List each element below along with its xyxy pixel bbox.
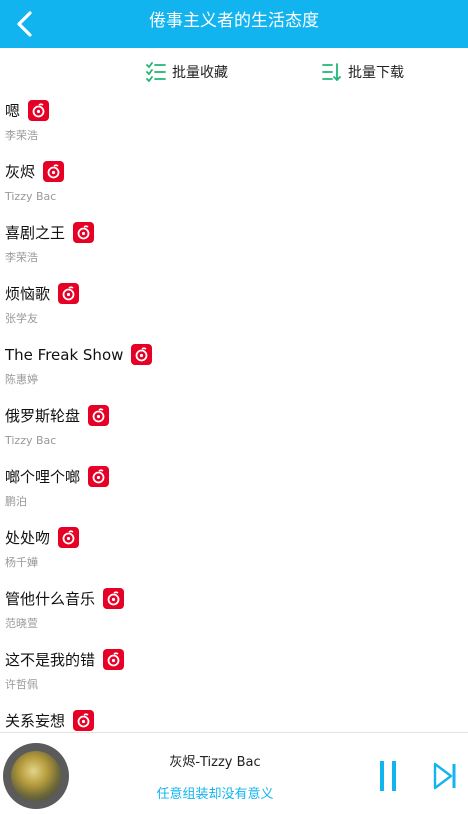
song-artist: Tizzy Bac [5,434,57,447]
next-track-icon [433,762,456,790]
song-artist: Tizzy Bac [5,190,57,203]
checklist-icon [146,62,166,82]
song-list-item[interactable]: 管他什么音乐 范晓萱 [0,584,468,645]
song-list-item[interactable]: 灰烬 Tizzy Bac [0,157,468,218]
batch-action-bar: 批量收藏 批量下载 [0,48,468,96]
song-artist: 鹏泊 [5,495,27,508]
netease-music-icon [73,710,95,731]
song-artist: 李荣浩 [5,129,38,142]
song-list-item[interactable]: The Freak Show 陈惠婷 [0,340,468,401]
song-title: 俄罗斯轮盘 [5,406,81,425]
netease-music-icon [103,588,125,609]
song-list-item[interactable]: 烦恼歌 张学友 [0,279,468,340]
netease-music-icon [73,222,95,243]
mini-player[interactable]: 灰烬-Tizzy Bac 任意组装却没有意义 [0,732,468,814]
song-title: 这不是我的错 [5,650,96,669]
netease-music-icon [103,649,125,670]
song-list-item[interactable]: 嗯 李荣浩 [0,96,468,157]
header-bar: 倦事主义者的生活态度 [0,0,468,48]
pause-button[interactable] [378,761,398,791]
next-track-button[interactable] [432,761,458,791]
song-title: 处处吻 [5,528,51,547]
song-title: 灰烬 [5,162,36,181]
song-artist: 李荣浩 [5,251,38,264]
song-list-item[interactable]: 啷个哩个啷 鹏泊 [0,462,468,523]
song-list-item[interactable]: 喜剧之王 李荣浩 [0,218,468,279]
song-list-item[interactable]: 俄罗斯轮盘 Tizzy Bac [0,401,468,462]
song-title: 嗯 [5,101,21,120]
song-artist: 陈惠婷 [5,373,38,386]
netease-music-icon [88,466,110,487]
pause-icon [380,761,384,791]
batch-collect-button[interactable]: 批量收藏 [146,60,228,84]
song-list: 嗯 李荣浩 灰烬 Tizzy Bac 喜剧之王 李荣浩 烦恼歌 张学友 The … [0,96,468,732]
song-artist: 张学友 [5,312,38,325]
song-artist: 杨千嬅 [5,556,38,569]
song-artist: 许哲佩 [5,678,38,691]
song-list-item[interactable]: 关系妄想 [0,706,468,732]
now-playing-subtitle: 任意组装却没有意义 [156,787,274,802]
netease-music-icon [58,527,80,548]
page-title: 倦事主义者的生活态度 [149,11,319,31]
song-title: 关系妄想 [5,711,66,730]
netease-music-icon [88,405,110,426]
song-title: 喜剧之王 [5,223,66,242]
song-list-item[interactable]: 处处吻 杨千嬅 [0,523,468,584]
netease-music-icon [43,161,65,182]
batch-download-label: 批量下载 [348,65,404,81]
batch-collect-label: 批量收藏 [172,65,228,81]
now-playing-title: 灰烬-Tizzy Bac [169,755,261,770]
song-title: 烦恼歌 [5,284,51,303]
download-list-icon [322,63,341,81]
song-list-item[interactable]: 这不是我的错 许哲佩 [0,645,468,706]
song-title: 啷个哩个啷 [5,467,81,486]
netease-music-icon [58,283,80,304]
netease-music-icon [28,100,50,121]
batch-download-button[interactable]: 批量下载 [322,60,404,84]
song-title: The Freak Show [5,345,124,364]
song-artist: 范晓萱 [5,617,38,630]
netease-music-icon [131,344,153,365]
song-title: 管他什么音乐 [5,589,96,608]
